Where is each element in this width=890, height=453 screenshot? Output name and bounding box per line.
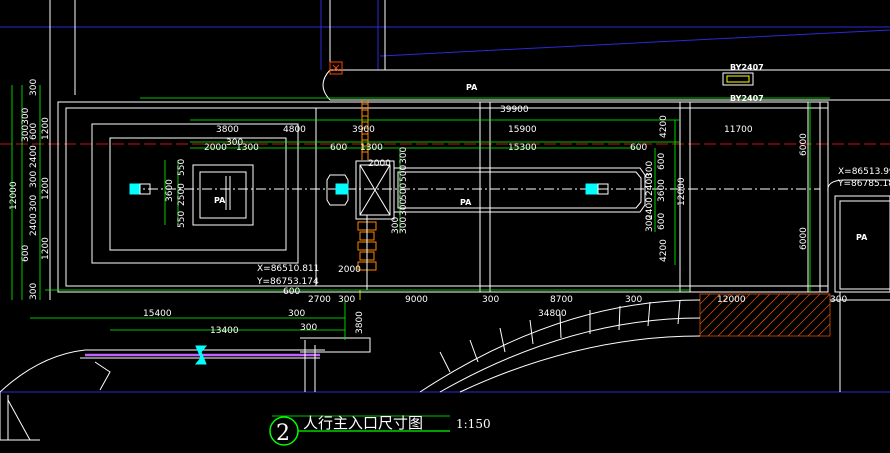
dim-2000-a: 2000 xyxy=(204,143,227,153)
dim-center-4200: 4200 xyxy=(659,239,669,262)
label-pa-center: PA xyxy=(460,198,472,207)
dim-vert-3800: 3800 xyxy=(355,311,365,334)
coord-left-y: Y=86753.174 xyxy=(256,277,319,287)
reference-lines xyxy=(0,0,890,393)
dim-center-2400-a: 2400 xyxy=(645,173,655,196)
dim-39900: 39900 xyxy=(500,105,529,115)
dim-1300-b: 1300 xyxy=(360,143,383,153)
dim-bottom-15400: 15400 xyxy=(143,309,172,319)
dim-square-550-a: 550 xyxy=(177,159,187,176)
dim-600-a: 600 xyxy=(330,143,347,153)
step-blocks xyxy=(357,215,377,290)
label-by2407-bottom: BY2407 xyxy=(730,94,764,103)
dim-left-300-b: 300 xyxy=(29,171,39,188)
dim-square-550-b: 550 xyxy=(177,211,187,228)
dim-left-300-d: 300 xyxy=(29,283,39,300)
dim-bottom-12000: 12000 xyxy=(717,295,746,305)
dim-left-300-c: 300 xyxy=(29,195,39,212)
dim-vert-300-top: 300 xyxy=(399,147,409,164)
cad-drawing-canvas[interactable]: 39900 3800 4800 3900 15900 11700 2000 30… xyxy=(0,0,890,453)
dim-left-600: 600 xyxy=(29,123,39,140)
curved-paving xyxy=(419,292,890,393)
dim-left-12000: 12000 xyxy=(9,181,19,210)
dim-center-600-a: 600 xyxy=(657,153,667,170)
dim-3800: 3800 xyxy=(216,125,239,135)
dim-vert-300-mid: 300 xyxy=(399,199,409,216)
dim-right-4200-top: 4200 xyxy=(659,115,669,138)
dim-bottom-300-e: 300 xyxy=(288,309,305,319)
dim-square-3600: 3600 xyxy=(165,179,175,202)
dimension-texts: 39900 3800 4800 3900 15900 11700 2000 30… xyxy=(143,105,847,336)
dim-bottom-300-a: 300 xyxy=(338,295,355,305)
title-block: 2 人行主入口尺寸图 1:150 xyxy=(269,414,491,446)
left-square-feature xyxy=(129,164,254,226)
dim-center-3600: 3600 xyxy=(657,179,667,202)
dim-3900: 3900 xyxy=(352,125,375,135)
dim-vert-500-b: 500 xyxy=(399,183,409,200)
dim-left-1200-c: 1200 xyxy=(41,237,51,260)
label-pa-right: PA xyxy=(856,233,868,242)
dim-600-b: 600 xyxy=(630,143,647,153)
coord-right-x: X=86513.991 xyxy=(838,167,890,177)
dim-center-12000: 12000 xyxy=(677,177,687,206)
dim-15900: 15900 xyxy=(508,125,537,135)
dim-bottom-8700: 8700 xyxy=(550,295,573,305)
label-by2407-top: BY2407 xyxy=(730,63,764,72)
area-labels: PA PA PA PA BY2407 BY2407 xyxy=(214,63,868,242)
coord-left-x: X=86510.811 xyxy=(257,264,319,274)
dim-bottom-2700: 2700 xyxy=(308,295,331,305)
label-pa-top: PA xyxy=(466,83,478,92)
dim-left-1200-b: 1200 xyxy=(41,177,51,200)
dim-left-2400-a: 2400 xyxy=(29,145,39,168)
dim-vert-500-a: 500 xyxy=(399,165,409,182)
dim-bottom-300-c: 300 xyxy=(625,295,642,305)
drawing-scale: 1:150 xyxy=(456,417,491,431)
coord-right-y: Y=86785.181 xyxy=(837,179,890,189)
drawing-title: 人行主入口尺寸图 xyxy=(303,414,423,432)
dim-bottom-13400: 13400 xyxy=(210,326,239,336)
dim-left-600-b: 600 xyxy=(21,245,31,262)
dim-left-2400-b: 2400 xyxy=(29,213,39,236)
dim-bottom-300-f: 300 xyxy=(300,323,317,333)
label-pa-left: PA xyxy=(214,196,226,205)
dim-2000-b: 2000 xyxy=(368,159,391,169)
dim-right-6000-a: 6000 xyxy=(799,133,809,156)
dim-bottom-600: 600 xyxy=(283,287,300,297)
dim-bottom-9000: 9000 xyxy=(405,295,428,305)
dim-center-300-b: 300 xyxy=(645,215,655,232)
dim-bottom-2000: 2000 xyxy=(338,265,361,275)
central-entrance-feature xyxy=(326,160,646,220)
drawing-number: 2 xyxy=(276,421,290,446)
dim-bottom-300-d: 300 xyxy=(830,295,847,305)
dim-square-2500: 2500 xyxy=(177,183,187,206)
dim-bottom-34800: 34800 xyxy=(538,309,567,319)
dim-left-300-a: 300 xyxy=(29,79,39,96)
top-road-band xyxy=(322,61,890,101)
dim-1300: 1300 xyxy=(236,143,259,153)
dim-11700: 11700 xyxy=(724,125,753,135)
dim-right-6000-b: 6000 xyxy=(799,227,809,250)
dim-bottom-300-b: 300 xyxy=(482,295,499,305)
dim-center-600-b: 600 xyxy=(657,213,667,230)
dim-4800: 4800 xyxy=(283,125,306,135)
dim-15300: 15300 xyxy=(508,143,537,153)
dim-left-1200: 1200 xyxy=(41,117,51,140)
dim-vert-300-d: 300 xyxy=(399,217,409,234)
